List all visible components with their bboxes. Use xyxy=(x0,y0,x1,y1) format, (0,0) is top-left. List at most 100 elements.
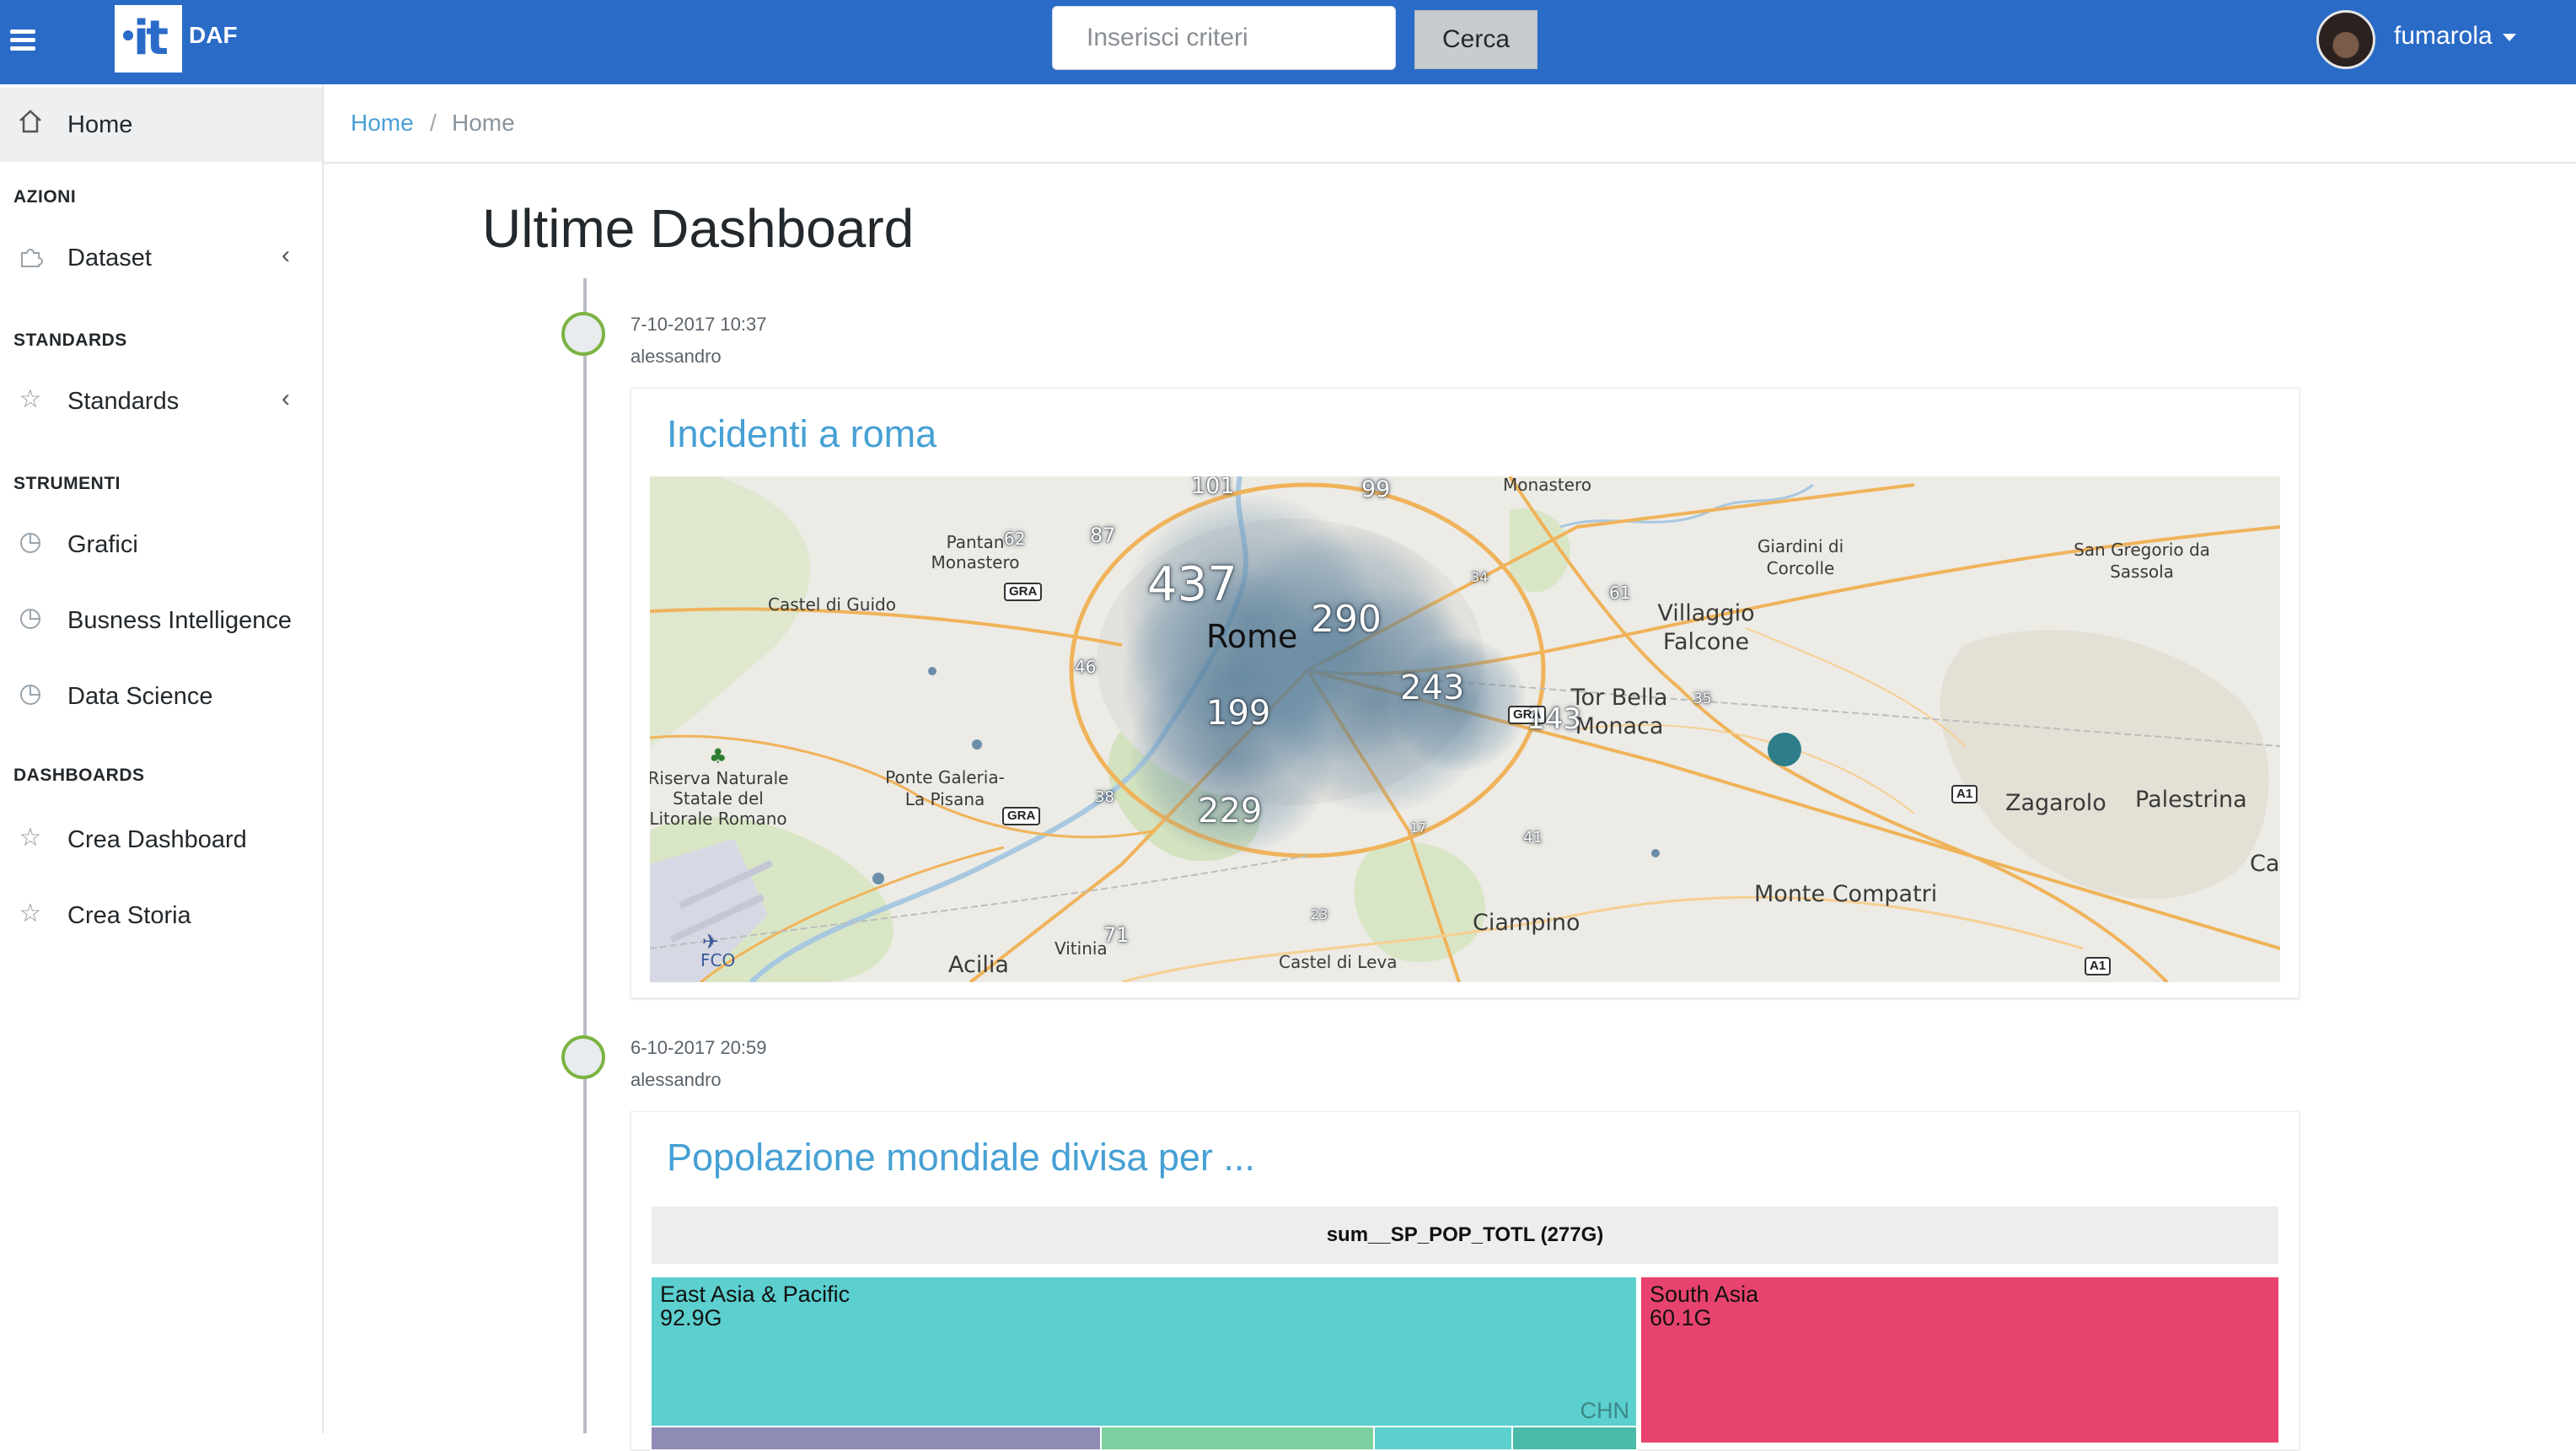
cluster-count[interactable]: 34 xyxy=(1471,569,1488,585)
map-place-label: Palestrina xyxy=(2135,787,2247,813)
logo[interactable]: it xyxy=(115,5,182,73)
entry-author: alessandro xyxy=(631,346,722,367)
tree-icon: ♣ xyxy=(709,744,727,768)
sidebar-item-label: Data Science xyxy=(67,683,213,710)
dashboard-card[interactable]: Incidenti a roma Monastero Pantan Monast… xyxy=(631,388,2300,998)
caret-down-icon xyxy=(2502,33,2516,41)
cluster-count[interactable]: 143 xyxy=(1527,702,1581,736)
section-title: STRUMENTI xyxy=(13,474,121,493)
timeline-line xyxy=(583,278,587,1433)
treemap-subnode[interactable] xyxy=(1511,1426,1638,1451)
treemap-node-name: East Asia & Pacific xyxy=(660,1282,851,1307)
cluster-count[interactable]: 229 xyxy=(1198,792,1262,830)
cluster-count[interactable]: 437 xyxy=(1147,557,1237,612)
cluster-count[interactable]: 243 xyxy=(1400,669,1464,707)
map-place-label: Giardini di Corcolle xyxy=(1757,536,1844,578)
road-sign: A1 xyxy=(2085,957,2112,975)
treemap-node-value: 60.1G xyxy=(1650,1305,1712,1330)
cluster-count[interactable]: 101 xyxy=(1191,476,1235,499)
sidebar-item-home[interactable]: Home xyxy=(0,88,322,162)
sidebar-item-business-intelligence[interactable]: Busness Intelligence xyxy=(0,583,322,658)
treemap-node-east-asia[interactable]: East Asia & Pacific 92.9G CHN xyxy=(650,1276,1638,1427)
cluster-count[interactable]: 199 xyxy=(1206,694,1270,733)
map-marker[interactable] xyxy=(972,739,982,750)
section-title: AZIONI xyxy=(13,187,77,207)
map-marker[interactable] xyxy=(1651,849,1660,857)
sidebar-item-label: Home xyxy=(67,111,133,138)
sidebar-item-grafici[interactable]: Grafici xyxy=(0,508,322,582)
map-place-label: Acilia xyxy=(948,952,1009,978)
sidebar-item-crea-dashboard[interactable]: ☆ Crea Dashboard xyxy=(0,803,322,877)
sidebar-item-label: Standards xyxy=(67,388,180,415)
map-place-label: Monastero xyxy=(1503,476,1592,495)
map-marker[interactable] xyxy=(928,667,936,675)
map-marker[interactable] xyxy=(1768,733,1801,766)
timeline-dot xyxy=(561,312,605,356)
cluster-count[interactable]: 23 xyxy=(1311,906,1328,922)
sidebar-item-label: Grafici xyxy=(67,531,138,558)
cluster-count[interactable]: 35 xyxy=(1693,691,1712,707)
cluster-count[interactable]: 99 xyxy=(1361,476,1390,502)
map-place-label: Zagarolo xyxy=(2005,790,2106,816)
breadcrumb-separator: / xyxy=(430,110,437,136)
section-title: STANDARDS xyxy=(13,331,127,350)
road-sign: A1 xyxy=(1951,785,1978,803)
cluster-count[interactable]: 38 xyxy=(1095,788,1114,806)
treemap-node-value: 92.9G xyxy=(660,1305,722,1330)
menu-icon[interactable] xyxy=(10,25,39,59)
map-place-label: Castel di Leva xyxy=(1279,952,1398,972)
treemap-subnode[interactable] xyxy=(1100,1426,1375,1451)
airport-icon: ✈ xyxy=(702,930,720,954)
brand-name: DAF xyxy=(189,22,238,48)
card-title[interactable]: Popolazione mondiale divisa per ... xyxy=(667,1136,1255,1180)
breadcrumb: Home / Home xyxy=(324,84,2576,164)
road-sign: GRA xyxy=(1004,583,1043,601)
chevron-left-icon: ‹ xyxy=(282,241,290,269)
home-icon xyxy=(19,110,41,133)
pie-chart-icon xyxy=(20,609,40,629)
sidebar-item-standards[interactable]: ☆ Standards ‹ xyxy=(0,364,322,438)
card-title[interactable]: Incidenti a roma xyxy=(667,412,936,456)
entry-date: 7-10-2017 10:37 xyxy=(631,314,767,335)
breadcrumb-home-link[interactable]: Home xyxy=(351,110,414,137)
treemap-node-name: South Asia xyxy=(1650,1282,1759,1307)
map[interactable]: Monastero Pantan Monastero Castel di Gui… xyxy=(650,476,2280,982)
breadcrumb-current: Home xyxy=(452,110,515,136)
map-place-label: Castel di Guido xyxy=(768,594,896,615)
dashboard-card[interactable]: Popolazione mondiale divisa per ... sum_… xyxy=(631,1111,2300,1451)
search-input[interactable] xyxy=(1052,6,1396,70)
chevron-left-icon: ‹ xyxy=(282,384,290,412)
cluster-count[interactable]: 46 xyxy=(1075,657,1096,677)
cluster-count[interactable]: 71 xyxy=(1103,923,1130,947)
entry-author: alessandro xyxy=(631,1069,722,1090)
search-button[interactable]: Cerca xyxy=(1414,10,1538,69)
top-navbar: it DAF Cerca fumarola xyxy=(0,0,2576,84)
user-menu[interactable]: fumarola xyxy=(2394,22,2516,51)
treemap-node-south-asia[interactable]: South Asia 60.1G xyxy=(1640,1276,2280,1444)
cluster-count[interactable]: 41 xyxy=(1523,829,1543,846)
map-place-label: San Gregorio da Sassola xyxy=(2074,540,2210,582)
treemap-subnode[interactable] xyxy=(650,1426,1102,1451)
cluster-count[interactable]: 61 xyxy=(1609,583,1630,603)
map-place-label: Ponte Galeria-La Pisana xyxy=(885,767,1005,809)
cluster-count[interactable]: 62 xyxy=(1004,529,1025,549)
map-place-label: Villaggio Falcone xyxy=(1657,600,1755,655)
page-title: Ultime Dashboard xyxy=(482,198,915,259)
user-name: fumarola xyxy=(2394,22,2493,50)
section-title: DASHBOARDS xyxy=(13,766,145,785)
map-place-label: Monte Compatri xyxy=(1754,881,1938,907)
sidebar-item-label: Crea Storia xyxy=(67,902,191,929)
cluster-count[interactable]: 290 xyxy=(1311,598,1382,641)
puzzle-icon xyxy=(21,249,43,267)
sidebar-item-dataset[interactable]: Dataset ‹ xyxy=(0,221,322,295)
sidebar-item-crea-storia[interactable]: ☆ Crea Storia xyxy=(0,879,322,953)
sidebar-item-data-science[interactable]: Data Science xyxy=(0,659,322,734)
treemap-subnode[interactable] xyxy=(1373,1426,1513,1451)
entry-date: 6-10-2017 20:59 xyxy=(631,1037,767,1058)
map-marker[interactable] xyxy=(872,873,884,884)
cluster-count[interactable]: 87 xyxy=(1090,524,1116,547)
avatar[interactable] xyxy=(2316,10,2375,69)
pie-chart-icon xyxy=(20,533,40,553)
sidebar-item-label: Dataset xyxy=(67,245,152,271)
cluster-count[interactable]: 17 xyxy=(1410,820,1426,836)
